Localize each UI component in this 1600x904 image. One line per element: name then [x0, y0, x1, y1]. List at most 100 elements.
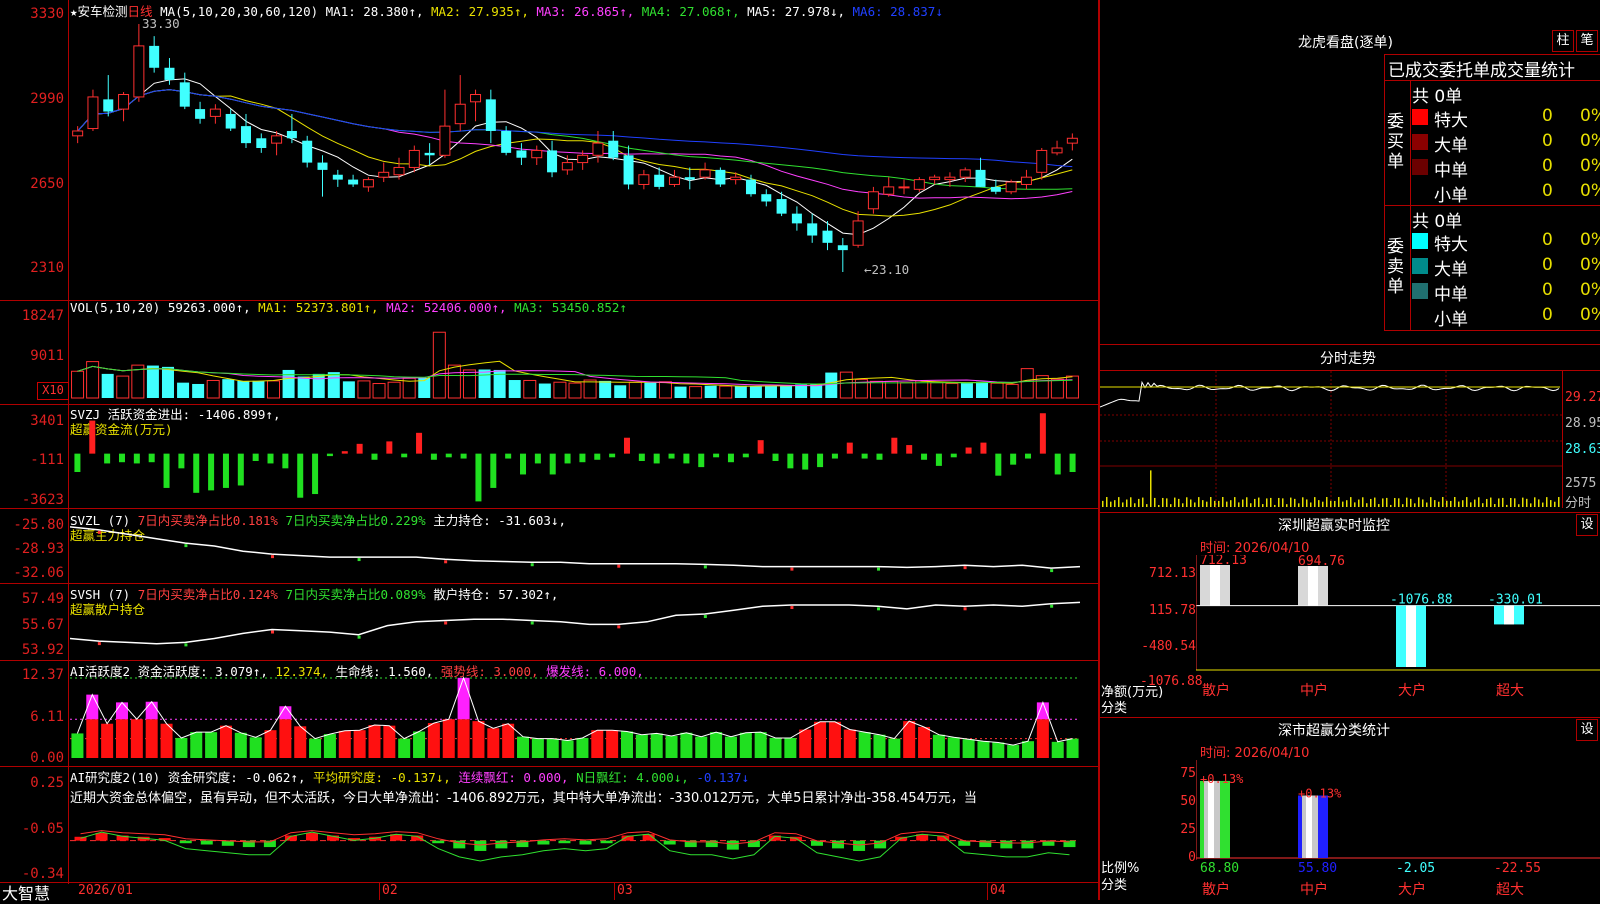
intraday-ylabel-1: 29.27 — [1565, 390, 1600, 405]
price-chart[interactable] — [70, 18, 1096, 298]
intraday-vol-bar — [1478, 497, 1480, 507]
intraday-vol-bar — [1554, 501, 1556, 507]
svsh-dot — [271, 630, 274, 634]
ai-research-chart[interactable] — [70, 800, 1096, 880]
active-bar — [86, 719, 99, 758]
sell-name: 小单 — [1434, 310, 1468, 330]
vol-bar — [628, 381, 642, 399]
intraday-vol-bar — [1370, 498, 1372, 507]
candle-body — [852, 220, 864, 246]
ai-research-ylabel-1: 0.25 — [30, 775, 64, 791]
vol-unit: X10 — [37, 382, 69, 400]
flow-bar — [935, 453, 942, 466]
intraday-chart[interactable] — [1100, 371, 1562, 508]
candle-body — [623, 155, 634, 185]
flow-bar — [89, 420, 96, 454]
active-bar — [368, 725, 381, 758]
active-bar — [977, 741, 990, 758]
svzl-dot — [877, 567, 880, 571]
btn-tick[interactable]: 笔 — [1576, 30, 1598, 52]
svzj-chart[interactable] — [70, 406, 1096, 506]
vol-bar — [674, 386, 687, 398]
stat-settings-button[interactable]: 设 — [1576, 719, 1598, 741]
stat-value: 68.80 — [1200, 861, 1239, 876]
intraday-vol-bar — [1258, 497, 1260, 507]
active-bar — [1051, 741, 1064, 758]
sell-name: 中单 — [1434, 285, 1468, 305]
vol-value: 59263.000↑, — [167, 300, 251, 315]
intraday-vol-bar — [1430, 497, 1432, 507]
intraday-vol-bar — [1482, 503, 1484, 507]
ai-research-title: AI研究度2(10) — [70, 770, 161, 785]
svzl-dot — [357, 558, 361, 562]
monitor-ylabel-2: 115.78 — [1149, 603, 1196, 618]
flow-bar — [757, 440, 764, 454]
vol-bar — [206, 379, 220, 399]
price-ylabel-3: 2650 — [30, 176, 64, 192]
flow-bar — [906, 445, 913, 454]
buy-name: 中单 — [1434, 161, 1468, 181]
ai-active-ylabel-2: 6.11 — [30, 709, 64, 725]
active-bar — [1036, 719, 1049, 758]
ai-active-chart[interactable] — [70, 674, 1096, 764]
research-bar — [537, 840, 550, 845]
intraday-vol-bar — [1178, 498, 1180, 507]
flow-bar — [1025, 453, 1032, 459]
dragon-title: 龙虎看盘(逐单) — [1298, 35, 1393, 51]
brand-logo[interactable]: 大智慧 — [2, 880, 50, 904]
price-ylabel-1: 3330 — [30, 6, 64, 22]
monitor-settings-button[interactable]: 设 — [1576, 514, 1598, 536]
flow-bar — [668, 453, 675, 459]
candle-body — [929, 176, 941, 181]
vol-bar — [327, 372, 340, 398]
intraday-vol-bar — [1254, 498, 1256, 507]
stat-value: -22.55 — [1494, 861, 1541, 876]
intraday-vol-bar — [1342, 501, 1344, 507]
svzl-chart[interactable] — [70, 520, 1096, 580]
intraday-vol-bar — [1326, 497, 1328, 507]
svsh-chart[interactable] — [70, 596, 1096, 658]
intraday-vol-bar — [1206, 501, 1208, 507]
intraday-vol-bar — [1278, 497, 1280, 507]
ai-research-val: 资金研究度: -0.062↑, — [167, 770, 306, 785]
svsh-dot — [444, 621, 448, 625]
btn-column[interactable]: 柱 — [1552, 30, 1574, 52]
stat-title: 深市超赢分类统计 — [1278, 723, 1390, 739]
flow-bar — [445, 453, 452, 458]
vol-bar — [900, 382, 914, 399]
research-bar — [1021, 840, 1034, 849]
active-bar — [724, 736, 737, 758]
buy-swatch — [1412, 159, 1428, 175]
active-bar — [101, 723, 114, 758]
sell-count: 0 — [1542, 305, 1553, 325]
vol-bar — [945, 383, 959, 399]
flow-bar — [267, 453, 274, 464]
intraday-vol-bar — [1330, 500, 1332, 507]
sell-label: 委卖单 — [1387, 237, 1404, 297]
intraday-vol-bar — [1190, 499, 1192, 507]
candle-body — [240, 126, 251, 144]
intraday-vol-bar — [1534, 497, 1536, 507]
flow-bar — [475, 453, 482, 502]
vol-bar — [252, 380, 265, 398]
buy-swatch — [1412, 109, 1428, 125]
intraday-vol-bar — [1350, 497, 1352, 507]
intraday-vol-bar — [1122, 502, 1124, 507]
active-bar — [294, 726, 307, 758]
monitor-chart[interactable]: 712.13 散户 694.76 中户 -1076.88 大户 -330.01 超大 — [1196, 555, 1600, 715]
sell-name: 特大 — [1434, 235, 1468, 255]
flow-bar — [1069, 453, 1076, 473]
buy-name: 小单 — [1434, 186, 1468, 206]
stat-chart[interactable]: 68.80 散户 +0.13% 55.80 中户 +0.13% -2.05 大户 -22.55 超… — [1196, 760, 1600, 900]
vol-bar — [568, 382, 582, 399]
monitor-border-top — [1100, 512, 1600, 513]
candle-body — [501, 130, 512, 153]
intraday-vol-bar — [1310, 502, 1312, 507]
active-bar-burst — [457, 677, 470, 720]
intraday-vol-bar — [1494, 504, 1496, 507]
vol-bar — [387, 381, 401, 399]
ai-research-avg: 平均研究度: -0.137↓, — [313, 770, 451, 785]
svzl-dot — [617, 564, 621, 568]
volume-chart[interactable] — [70, 318, 1096, 402]
stat-ylabel-4: 0 — [1188, 850, 1196, 865]
